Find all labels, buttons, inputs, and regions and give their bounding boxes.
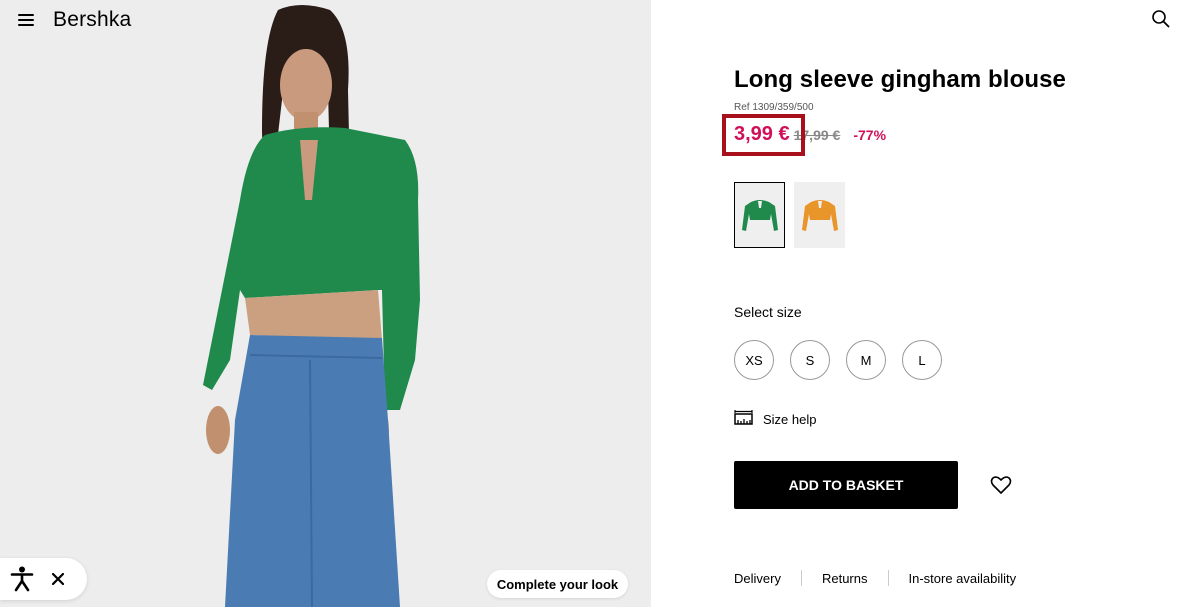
info-links: Delivery Returns In-store availability bbox=[734, 570, 1016, 586]
complete-your-look-button[interactable]: Complete your look bbox=[487, 570, 628, 598]
menu-icon[interactable] bbox=[18, 14, 34, 26]
divider bbox=[800, 570, 802, 586]
add-to-basket-button[interactable]: ADD TO BASKET bbox=[734, 461, 958, 509]
color-swatch-green[interactable] bbox=[734, 182, 785, 248]
product-photo bbox=[0, 0, 651, 607]
accessibility-icon[interactable] bbox=[10, 566, 34, 592]
color-swatch-orange[interactable] bbox=[794, 182, 845, 248]
product-reference: Ref 1309/359/500 bbox=[734, 102, 814, 113]
product-title: Long sleeve gingham blouse bbox=[734, 66, 1066, 93]
divider bbox=[887, 570, 889, 586]
discount-badge: -77% bbox=[853, 127, 887, 143]
select-size-label: Select size bbox=[734, 304, 802, 320]
site-header: Bershka bbox=[0, 0, 651, 40]
size-options: XS S M L bbox=[734, 340, 942, 380]
current-price: 3,99 € bbox=[734, 123, 790, 145]
size-option-l[interactable]: L bbox=[902, 340, 942, 380]
size-help-link[interactable]: Size help bbox=[734, 410, 816, 429]
ruler-icon bbox=[734, 410, 753, 429]
size-option-xs[interactable]: XS bbox=[734, 340, 774, 380]
price-row: 3,99 € 17,99 € -77% bbox=[734, 123, 886, 146]
brand-logo[interactable]: Bershka bbox=[53, 8, 131, 32]
close-icon[interactable] bbox=[52, 573, 64, 585]
product-image-panel: Bershka Complete your look bbox=[0, 0, 651, 607]
accessibility-widget bbox=[0, 558, 87, 600]
search-icon[interactable] bbox=[1151, 9, 1171, 29]
size-option-s[interactable]: S bbox=[790, 340, 830, 380]
size-option-m[interactable]: M bbox=[846, 340, 886, 380]
delivery-link[interactable]: Delivery bbox=[734, 571, 781, 586]
in-store-availability-link[interactable]: In-store availability bbox=[909, 571, 1017, 586]
original-price: 17,99 € bbox=[793, 127, 841, 143]
heart-icon[interactable] bbox=[990, 474, 1012, 496]
returns-link[interactable]: Returns bbox=[822, 571, 868, 586]
size-help-label: Size help bbox=[763, 412, 817, 427]
